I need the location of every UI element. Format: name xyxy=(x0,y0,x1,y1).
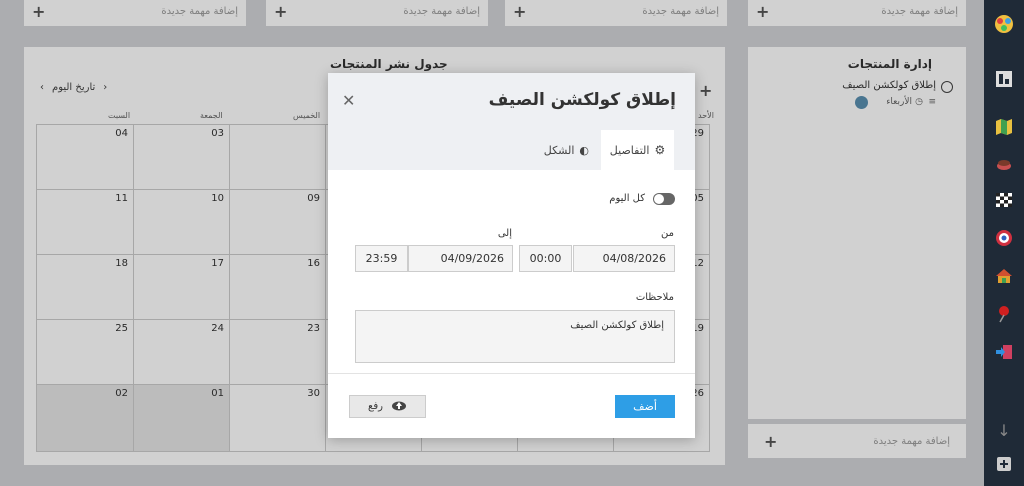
tab-appearance[interactable]: الشكل ◐ xyxy=(544,130,589,170)
to-time-input[interactable]: 23:59 xyxy=(355,245,408,272)
modal-header: إطلاق كولكشن الصيف ✕ التفاصيل ⚙ الشكل ◐ xyxy=(328,73,695,170)
modal-divider xyxy=(328,373,695,374)
add-button[interactable]: أضف xyxy=(615,395,675,418)
palette-icon: ◐ xyxy=(579,143,589,157)
add-icon[interactable] xyxy=(994,454,1014,474)
app-logo-icon[interactable] xyxy=(994,14,1014,34)
to-date-input[interactable]: 04/09/2026 xyxy=(408,245,513,272)
modal-title: إطلاق كولكشن الصيف xyxy=(488,90,676,110)
pin-icon[interactable] xyxy=(994,304,1014,324)
all-day-label: كل اليوم xyxy=(609,193,645,204)
coffee-icon[interactable] xyxy=(994,153,1014,173)
event-modal: إطلاق كولكشن الصيف ✕ التفاصيل ⚙ الشكل ◐ … xyxy=(328,73,695,438)
tab-details-label: التفاصيل xyxy=(609,143,650,157)
tab-appearance-label: الشكل xyxy=(543,143,575,157)
house-icon[interactable] xyxy=(994,266,1014,286)
from-label: من xyxy=(661,228,674,239)
cloud-upload-icon xyxy=(391,399,407,414)
gear-icon: ⚙ xyxy=(654,143,666,157)
upload-label: رفع xyxy=(368,401,383,412)
from-time-input[interactable]: 00:00 xyxy=(519,245,572,272)
map-icon[interactable] xyxy=(994,117,1014,137)
tab-details[interactable]: التفاصيل ⚙ xyxy=(601,130,674,170)
to-label: إلى xyxy=(497,228,512,239)
import-icon[interactable] xyxy=(994,342,1014,362)
arrow-down-icon[interactable]: ↓ xyxy=(994,420,1014,440)
notes-label: ملاحظات xyxy=(635,292,674,303)
from-date-input[interactable]: 04/08/2026 xyxy=(573,245,675,272)
notes-textarea[interactable]: إطلاق كولكشن الصيف xyxy=(355,310,675,363)
target-icon[interactable] xyxy=(994,228,1014,248)
right-sidebar: ↓ xyxy=(984,0,1024,486)
all-day-toggle[interactable] xyxy=(653,193,675,205)
close-icon[interactable]: ✕ xyxy=(342,91,355,110)
upload-button[interactable]: رفع xyxy=(349,395,426,418)
checkered-flag-icon[interactable] xyxy=(994,190,1014,210)
dashboard-icon[interactable] xyxy=(994,69,1014,89)
